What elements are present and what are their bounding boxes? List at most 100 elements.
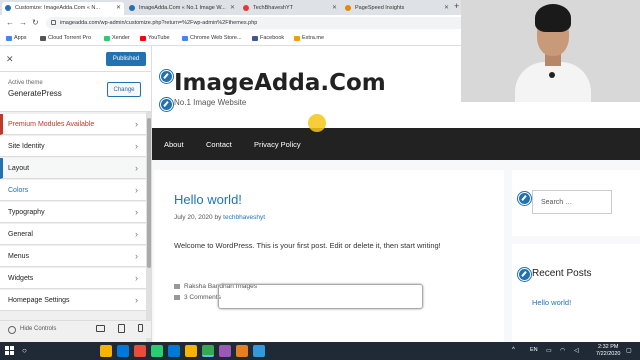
published-button[interactable]: Published <box>106 52 146 66</box>
tab-techbhavesh[interactable]: TechBhaveshYT ✕ <box>240 2 340 15</box>
tab-customize[interactable]: Customize: ImageAdda.Com « N... ✕ <box>2 2 124 15</box>
hide-controls-label: Hide Controls <box>20 326 57 332</box>
active-theme-label: Active theme <box>8 80 43 86</box>
comment-icon <box>174 295 180 300</box>
bookmark-label: Chrome Web Store... <box>190 35 242 41</box>
mobile-preview-icon[interactable] <box>138 324 143 332</box>
collapse-icon <box>8 326 16 334</box>
taskbar-app-icon[interactable] <box>100 345 112 357</box>
desktop-preview-icon[interactable] <box>96 325 105 332</box>
bookmark-chrome-web-store[interactable]: Chrome Web Store... <box>182 35 242 41</box>
chevron-right-icon: › <box>135 141 138 151</box>
section-homepage-settings[interactable]: Homepage Settings › <box>0 290 146 311</box>
mouse-cursor-highlight <box>308 114 326 132</box>
bookmark-cloud-torrent[interactable]: Cloud Torrent Pro <box>40 35 91 41</box>
customizer-header: ✕ Published <box>0 46 151 72</box>
post-comments[interactable]: 3 Comments <box>174 294 221 301</box>
taskbar-app-icon[interactable] <box>117 345 129 357</box>
edit-pencil-icon[interactable] <box>160 98 173 111</box>
tab-imageadda[interactable]: ImageAdda.Com « No.1 Image W... ✕ <box>126 2 238 15</box>
site-title[interactable]: ImageAdda.Com <box>174 70 386 96</box>
tab-label: Customize: ImageAdda.Com « N... <box>15 5 100 11</box>
bookmark-extra[interactable]: Extra.me <box>294 35 324 41</box>
bookmark-apps[interactable]: Apps <box>6 35 27 41</box>
section-premium-modules[interactable]: Premium Modules Available › <box>0 114 146 135</box>
post-title[interactable]: Hello world! <box>174 192 242 207</box>
taskbar-app-icon[interactable] <box>253 345 265 357</box>
taskbar-app-icon[interactable] <box>219 345 231 357</box>
post-body: Welcome to WordPress. This is your first… <box>174 241 441 250</box>
screen: Customize: ImageAdda.Com « N... ✕ ImageA… <box>0 0 640 360</box>
new-tab-button[interactable]: + <box>454 1 459 11</box>
comments-label: 3 Comments <box>184 294 221 301</box>
facebook-icon <box>252 36 258 41</box>
nav-link-about[interactable]: About <box>164 140 184 149</box>
taskbar-app-icon[interactable] <box>185 345 197 357</box>
volume-icon[interactable]: ◁ <box>574 347 579 354</box>
section-label: Colors <box>8 187 29 194</box>
taskbar-app-icon[interactable] <box>151 345 163 357</box>
taskbar-app-icon[interactable] <box>168 345 180 357</box>
back-icon[interactable]: ← <box>6 18 14 27</box>
taskbar-clock[interactable]: 2:32 PM 7/22/2020 <box>596 344 620 358</box>
bookmark-facebook[interactable]: Facebook <box>252 35 284 41</box>
close-customizer-icon[interactable]: ✕ <box>6 54 14 65</box>
tray-chevron-icon[interactable]: ^ <box>512 347 515 353</box>
primary-navigation: About Contact Privacy Policy <box>152 128 640 160</box>
section-typography[interactable]: Typography › <box>0 202 146 223</box>
tab-pagespeed[interactable]: PageSpeed Insights ✕ <box>342 2 452 15</box>
recent-post-link[interactable]: Hello world! <box>532 298 571 307</box>
taskbar-app-icon[interactable] <box>236 345 248 357</box>
section-colors[interactable]: Colors › <box>0 180 146 201</box>
edit-pencil-icon[interactable] <box>518 192 531 205</box>
search-input[interactable]: Search … <box>532 190 612 214</box>
taskbar-app-icon[interactable] <box>134 345 146 357</box>
nav-link-privacy-policy[interactable]: Privacy Policy <box>254 140 301 149</box>
chevron-right-icon: › <box>135 207 138 217</box>
reload-icon[interactable]: ↻ <box>32 18 39 27</box>
edit-pencil-icon[interactable] <box>160 70 173 83</box>
bookmark-youtube[interactable]: YouTube <box>140 35 170 41</box>
section-layout[interactable]: Layout › <box>0 158 146 179</box>
post-date[interactable]: July 20, 2020 <box>174 214 213 221</box>
nav-link-contact[interactable]: Contact <box>206 140 232 149</box>
tablet-preview-icon[interactable] <box>118 324 125 333</box>
lapel-mic <box>549 72 555 78</box>
section-site-identity[interactable]: Site Identity › <box>0 136 146 157</box>
section-label: Menus <box>8 253 30 260</box>
tab-label: PageSpeed Insights <box>355 5 405 11</box>
change-theme-button[interactable]: Change <box>107 82 141 97</box>
close-tab-icon[interactable]: ✕ <box>332 4 337 11</box>
taskbar-app-icon[interactable] <box>202 345 214 357</box>
theme-name: GeneratePress <box>8 89 62 98</box>
windows-start-icon[interactable] <box>5 346 15 356</box>
language-indicator[interactable]: EN <box>530 347 538 353</box>
hide-controls-button[interactable]: Hide Controls <box>8 326 57 334</box>
section-widgets[interactable]: Widgets › <box>0 268 146 289</box>
forward-icon[interactable]: → <box>19 18 27 27</box>
close-tab-icon[interactable]: ✕ <box>116 4 121 11</box>
section-menus[interactable]: Menus › <box>0 246 146 267</box>
post-meta: July 20, 2020 by techbhaveshyt <box>174 214 265 221</box>
wifi-icon[interactable]: ◠ <box>560 347 565 354</box>
battery-icon[interactable]: ▭ <box>546 347 552 354</box>
close-tab-icon[interactable]: ✕ <box>230 4 235 11</box>
close-tab-icon[interactable]: ✕ <box>444 4 449 11</box>
scrollbar-thumb[interactable] <box>147 118 151 268</box>
taskbar-search-icon[interactable]: ○ <box>22 346 27 355</box>
section-label: General <box>8 231 33 238</box>
post-author[interactable]: techbhaveshyt <box>223 214 265 221</box>
xender-icon <box>104 36 110 41</box>
post-by: by <box>214 214 222 221</box>
edit-pencil-icon[interactable] <box>518 268 531 281</box>
bookmark-xender[interactable]: Xender <box>104 35 130 41</box>
chevron-right-icon: › <box>135 163 138 173</box>
section-general[interactable]: General › <box>0 224 146 245</box>
windows-taskbar: ○ ^ EN ▭ ◠ ◁ 2:32 PM 7/22/2020 ▢ <box>0 342 640 360</box>
url-field[interactable]: imageadda.com/wp-admin/customize.php?ret… <box>46 17 466 29</box>
search-widget: Search … <box>512 170 640 236</box>
notification-icon[interactable]: ▢ <box>626 347 632 354</box>
post-article: Hello world! July 20, 2020 by techbhaves… <box>154 170 504 350</box>
wordpress-icon <box>129 5 135 11</box>
bookmark-label: Apps <box>14 35 27 41</box>
